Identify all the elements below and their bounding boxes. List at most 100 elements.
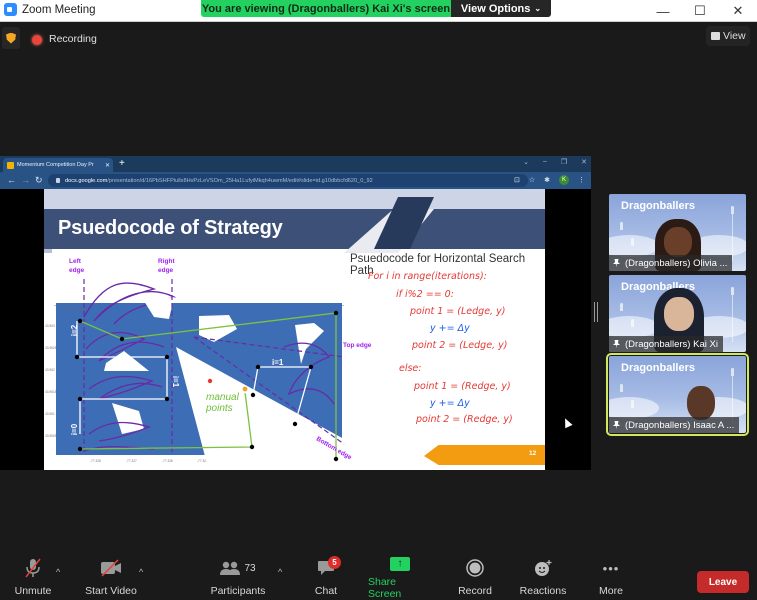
chat-label: Chat [314, 585, 338, 597]
code-line: else: [399, 363, 422, 374]
shared-screen[interactable]: Momentum Competition Day Pr ✕ + ⌄ – ❐ ✕ … [0, 156, 591, 470]
participants-icon [220, 561, 241, 575]
record-label: Record [458, 585, 492, 597]
waypoint [255, 364, 261, 370]
audio-options-caret-icon[interactable]: ^ [56, 567, 60, 577]
pin-icon [613, 258, 620, 268]
scribble-left-2 [88, 375, 163, 400]
unmute-button[interactable]: Unmute [12, 555, 54, 600]
view-label: View [723, 30, 746, 42]
record-button[interactable]: Record [457, 555, 493, 600]
maximize-button[interactable]: ☐ [685, 2, 715, 20]
minimize-button[interactable]: — [648, 2, 678, 20]
new-tab-button[interactable]: + [119, 158, 125, 170]
cloud-shape [609, 397, 659, 419]
rocket-icon [731, 287, 734, 295]
iteration-label: i=2 [224, 384, 236, 393]
profile-avatar[interactable]: K [559, 175, 569, 185]
meeting-topbar: Recording [0, 23, 757, 53]
close-tab-icon[interactable]: ✕ [105, 162, 110, 169]
close-button[interactable]: ✕ [723, 2, 753, 20]
white-region [112, 403, 144, 434]
iteration-label: i=0 [70, 423, 80, 436]
manual-point-marker [242, 386, 248, 392]
meeting-controls-toolbar: Unmute ^ Start Video ^ 73 Participants ^… [0, 555, 757, 600]
browser-restore-icon[interactable]: ❐ [561, 158, 567, 166]
waypoint [119, 336, 125, 342]
waypoint [250, 392, 256, 398]
address-bar[interactable]: docs.google.com /presentation/d/16PbSHFP… [48, 174, 528, 187]
lock-icon [56, 178, 60, 183]
participant-tile[interactable]: Dragonballers (Dragonballers) Olivia ... [609, 194, 746, 271]
start-video-button[interactable]: Start Video [84, 555, 138, 600]
browser-menu-icon[interactable]: ⋮ [578, 176, 585, 184]
code-line: if i%2 == 0: [396, 289, 454, 300]
view-layout-button[interactable]: View [706, 26, 750, 46]
panel-splitter-handle[interactable] [594, 302, 598, 322]
participant-tile-active-speaker[interactable]: Dragonballers (Dragonballers) Isaac A ..… [606, 353, 749, 436]
share-screen-button[interactable]: ↑ Share Screen [368, 555, 432, 600]
chat-button[interactable]: 5 Chat [312, 555, 341, 600]
manual-points-label: manual points [206, 392, 239, 414]
url-host: docs.google.com [65, 177, 108, 184]
leave-meeting-button[interactable]: Leave [697, 571, 749, 593]
participant-name-bar: (Dragonballers) Isaac A ... [609, 417, 740, 433]
iteration-label: i=1 [272, 358, 284, 367]
manual-points-line1: manual [206, 392, 239, 403]
code-line: point 2 = (Redge, y) [416, 414, 513, 425]
url-path: /presentation/d/16PbSHFPiullx8HvPzLeVSOm… [107, 177, 373, 184]
screen-capture-icon[interactable]: ⊡ [514, 176, 520, 184]
presentation-slide: Psuedocode of Strategy Psuedocode for Ho… [44, 189, 545, 470]
code-line: point 1 = (Redge, y) [414, 381, 511, 392]
back-button[interactable]: ← [7, 175, 16, 185]
waypoint [164, 354, 170, 360]
tab-search-icon[interactable]: ⌄ [523, 158, 529, 166]
video-options-caret-icon[interactable]: ^ [139, 567, 143, 577]
browser-minimize-icon[interactable]: – [543, 158, 547, 166]
grid-view-icon [711, 32, 720, 40]
more-label: More [599, 585, 623, 597]
rocket-icon [731, 206, 734, 214]
tile-background-title: Dragonballers [621, 362, 695, 374]
view-options-button[interactable]: View Options ⌄ [451, 0, 551, 17]
view-options-label: View Options [460, 2, 531, 15]
app-title-text: Zoom Meeting [22, 3, 96, 16]
reactions-button[interactable]: Reactions [519, 555, 567, 600]
participants-options-caret-icon[interactable]: ^ [278, 567, 282, 577]
security-info-button[interactable] [2, 27, 20, 49]
participant-face [664, 227, 692, 257]
participant-tile[interactable]: Dragonballers (Dragonballers) Kai Xi [609, 275, 746, 352]
waypoint [292, 421, 298, 427]
more-dots-icon: ••• [602, 560, 620, 576]
start-video-label: Start Video [85, 585, 137, 597]
extensions-puzzle-icon[interactable]: ✱ [544, 176, 550, 184]
tile-background-title: Dragonballers [621, 200, 695, 212]
manual-points-line2: points [206, 403, 233, 414]
rocket-icon [620, 384, 623, 392]
browser-toolbar: ← → ↻ docs.google.com /presentation/d/16… [0, 172, 591, 189]
browser-close-icon[interactable]: ✕ [581, 158, 587, 166]
video-camera-off-icon [101, 559, 121, 577]
microphone-muted-icon [25, 558, 41, 578]
white-region [144, 297, 174, 319]
viewing-screen-banner: You are viewing (Dragonballers) Kai Xi's… [201, 0, 451, 17]
browser-tab[interactable]: Momentum Competition Day Pr ✕ [3, 158, 113, 172]
reload-button[interactable]: ↻ [35, 175, 43, 186]
iteration-label: i=2 [70, 324, 80, 337]
top-edge-label: Top edge [343, 342, 372, 349]
more-button[interactable]: ••• More [596, 555, 626, 600]
smiley-add-icon [535, 560, 552, 576]
browser-window-controls: ⌄ – ❐ ✕ [523, 158, 587, 166]
code-line: y += Δy [430, 398, 470, 409]
bookmark-star-icon[interactable]: ☆ [529, 176, 535, 184]
share-screen-label: Share Screen [368, 576, 402, 600]
browser-tab-strip: Momentum Competition Day Pr ✕ + ⌄ – ❐ ✕ [0, 156, 591, 172]
waypoint-end [207, 378, 213, 384]
pin-icon [613, 420, 620, 430]
participants-count: 73 [244, 562, 256, 574]
participant-name: (Dragonballers) Isaac A ... [625, 419, 735, 431]
forward-button[interactable]: → [21, 175, 30, 185]
participants-button[interactable]: 73 Participants [208, 555, 268, 600]
unmute-label: Unmute [14, 585, 52, 597]
cloud-shape [609, 235, 659, 257]
